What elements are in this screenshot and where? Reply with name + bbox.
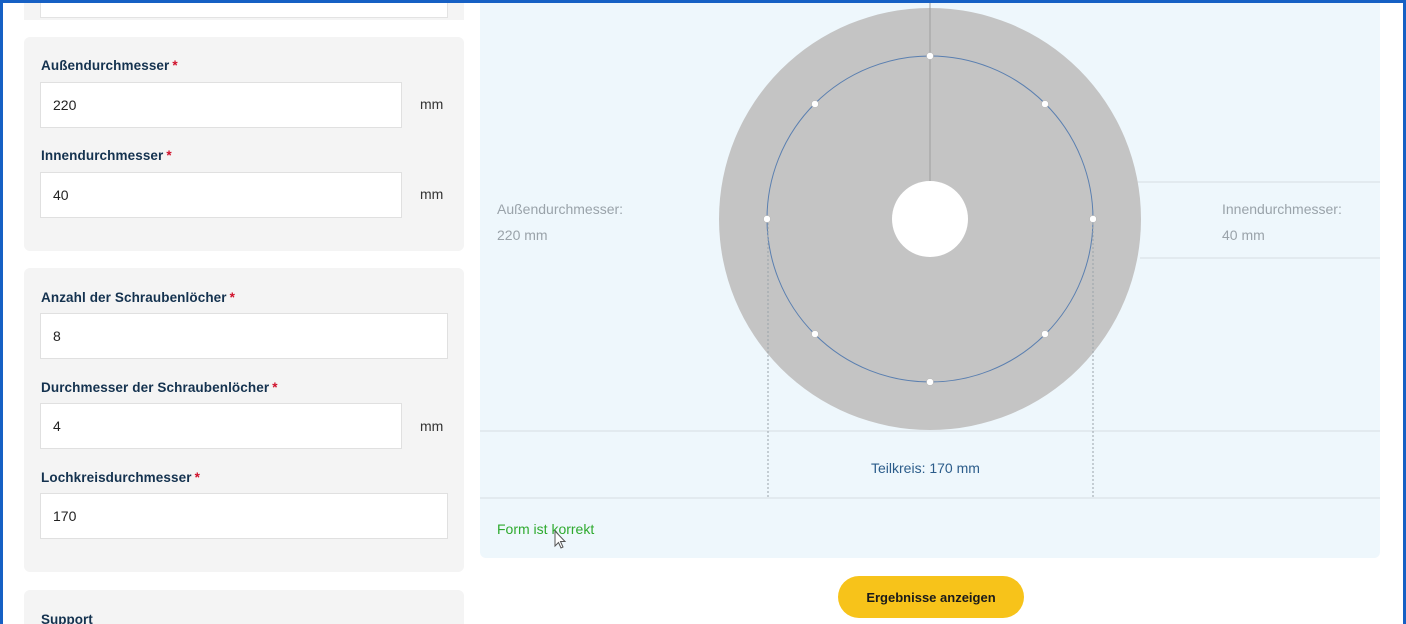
bolt-hole [1089, 215, 1097, 223]
support-title: Support [41, 612, 93, 624]
inner-diameter-annotation: Innendurchmesser: 40 mm [1222, 201, 1342, 243]
bolt-hole [1041, 330, 1049, 338]
flange-drawing-panel: Außendurchmesser: 220 mm Innendurchmesse… [480, 0, 1380, 558]
bolt-hole [926, 378, 934, 386]
bolt-hole [1041, 100, 1049, 108]
bolt-hole [811, 100, 819, 108]
bolt-circle-label: Lochkreisdurchmesser * [41, 470, 200, 485]
outer-diameter-unit: mm [420, 96, 444, 112]
bolt-holes-card: Anzahl der Schraubenlöcher * 8 Durchmesse… [24, 268, 464, 572]
inner-diameter-input[interactable]: 40 [40, 172, 402, 218]
outer-diameter-annotation: Außendurchmesser: 220 mm [497, 201, 624, 243]
show-results-button[interactable]: Ergebnisse anzeigen [838, 576, 1024, 618]
mouse-cursor-icon [554, 530, 567, 549]
bolt-circle-input[interactable]: 170 [40, 493, 448, 539]
hole-diameter-input[interactable]: 4 [40, 403, 402, 449]
inner-diameter-label: Innendurchmesser * [41, 148, 172, 163]
form-status-message: Form ist korrekt [497, 521, 595, 537]
outer-diameter-label: Außendurchmesser * [41, 58, 178, 73]
hole-diameter-label: Durchmesser der Schraubenlöcher * [41, 380, 278, 395]
dimensions-card: Außendurchmesser * 220 mm Innendurchmesse… [24, 37, 464, 251]
hole-diameter-unit: mm [420, 418, 444, 434]
inner-diameter-unit: mm [420, 186, 444, 202]
bolt-hole [811, 330, 819, 338]
pitch-circle-annotation: Teilkreis: 170 mm [871, 460, 980, 476]
support-card: Support [24, 590, 464, 624]
hole-count-input[interactable]: 8 [40, 313, 448, 359]
previous-card-stub [24, 0, 464, 20]
bolt-hole [763, 215, 771, 223]
inner-hole [892, 181, 968, 257]
outer-diameter-input[interactable]: 220 [40, 82, 402, 128]
hole-count-label: Anzahl der Schraubenlöcher * [41, 290, 236, 305]
previous-input-stub [40, 0, 448, 18]
bolt-hole [926, 52, 934, 60]
